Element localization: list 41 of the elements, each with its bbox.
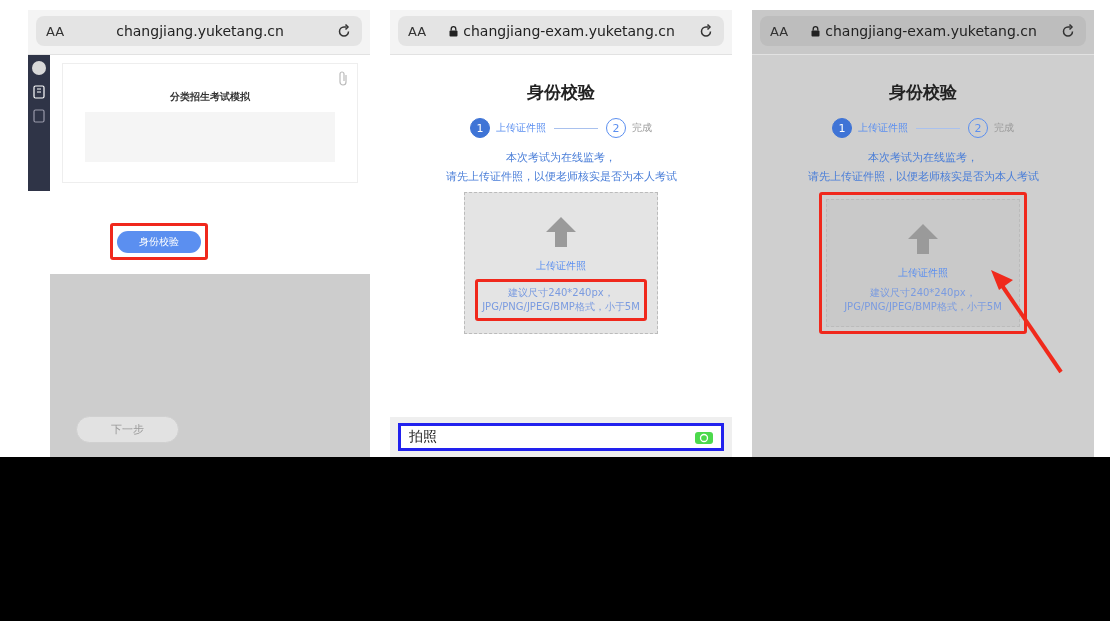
option-label: 拍照 [409, 428, 437, 446]
lock-icon [449, 25, 459, 37]
text-size-button[interactable]: AA [770, 23, 789, 39]
url-text: changjiang-exam.yuketang.cn [825, 23, 1037, 39]
hint-text: JPG/PNG/JPEG/BMP格式，小于5M [844, 300, 1002, 314]
notice-text: 请先上传证件照，以便老师核实是否为本人考试 [445, 169, 677, 184]
hint-text: 建议尺寸240*240px， [870, 286, 976, 300]
url-text: changjiang-exam.yuketang.cn [463, 23, 675, 39]
text-size-button[interactable]: AA [408, 23, 427, 39]
reload-icon [1060, 23, 1076, 39]
url-text: changjiang.yuketang.cn [116, 23, 284, 39]
step-number: 1 [832, 118, 852, 138]
camera-icon [695, 430, 713, 444]
upload-label: 上传证件照 [898, 266, 948, 280]
exam-title: 分类招生考试模拟 [170, 90, 250, 104]
text-size-button[interactable]: AA [46, 23, 65, 39]
address-bar[interactable]: AA changjiang-exam.yuketang.cn [398, 16, 724, 46]
notice-text: 本次考试为在线监考， [506, 150, 616, 165]
page-title: 身份校验 [527, 81, 595, 104]
paperclip-icon [337, 70, 349, 86]
step-label: 完成 [632, 121, 652, 135]
step-number: 1 [470, 118, 490, 138]
document-icon [33, 109, 45, 123]
notice-text: 本次考试为在线监考， [868, 150, 978, 165]
hint-text: JPG/PNG/JPEG/BMP格式，小于5M [482, 300, 640, 314]
reload-icon [336, 23, 352, 39]
address-bar[interactable]: AA changjiang-exam.yuketang.cn [760, 16, 1086, 46]
step-label: 上传证件照 [858, 121, 908, 135]
address-bar[interactable]: AA changjiang.yuketang.cn [36, 16, 362, 46]
upload-arrow-icon [906, 222, 940, 256]
page-title: 身份校验 [889, 81, 957, 104]
upload-arrow-icon [544, 215, 578, 249]
step-label: 上传证件照 [496, 121, 546, 135]
book-icon [33, 85, 45, 99]
logo-icon [32, 61, 46, 75]
upload-label: 上传证件照 [536, 259, 586, 273]
lock-icon [811, 25, 821, 37]
reload-icon [698, 23, 714, 39]
photo-option[interactable]: 拍照 [398, 423, 724, 451]
notice-text: 请先上传证件照，以便老师核实是否为本人考试 [807, 169, 1039, 184]
hint-text: 建议尺寸240*240px， [508, 286, 614, 300]
